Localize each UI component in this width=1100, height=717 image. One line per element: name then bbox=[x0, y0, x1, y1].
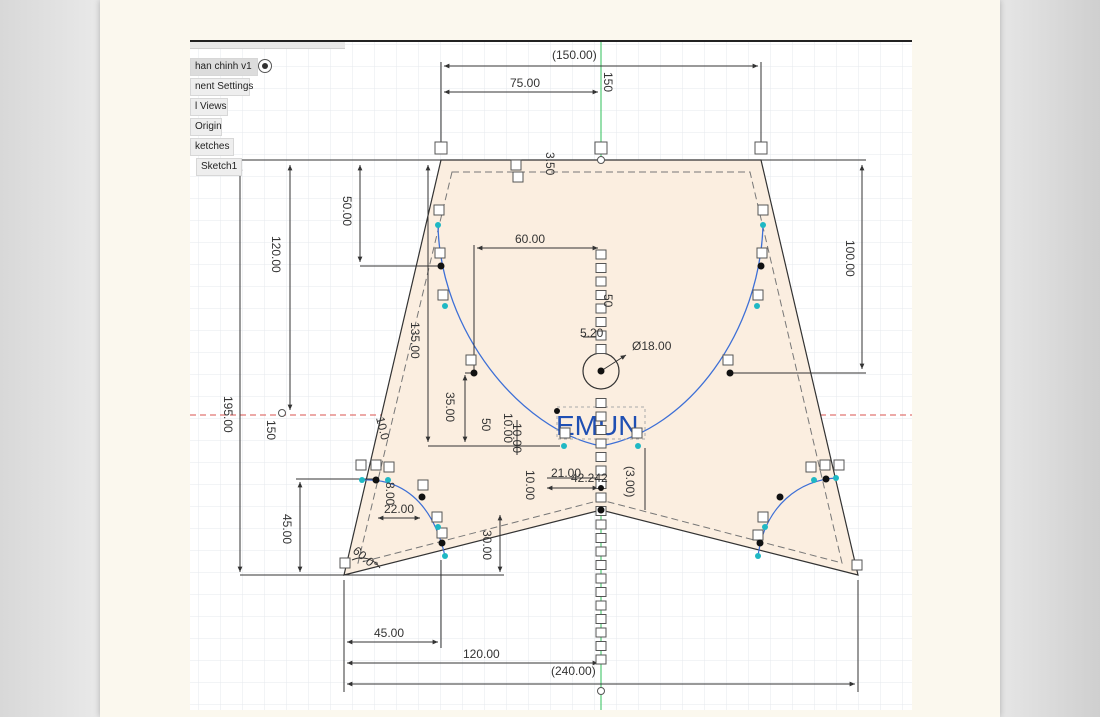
dim-ten-b[interactable]: 10.00 bbox=[510, 423, 524, 453]
axis-constraint-marker bbox=[595, 411, 607, 422]
axis-constraint-marker bbox=[595, 398, 607, 408]
axis-constraint-marker bbox=[595, 614, 607, 624]
tree-component-label: han chinh v1 bbox=[195, 61, 252, 72]
dim-center-150-left[interactable]: 150 bbox=[264, 420, 278, 440]
dim-left-45v[interactable]: 45.00 bbox=[280, 514, 294, 544]
tree-item-label: Sketch1 bbox=[201, 161, 238, 172]
axis-constraint-marker bbox=[595, 546, 607, 557]
axis-constraint-marker bbox=[595, 519, 607, 530]
axis-constraint-marker bbox=[595, 263, 607, 273]
tree-item-origin[interactable]: Origin bbox=[190, 118, 222, 136]
axis-constraint-marker bbox=[595, 600, 607, 611]
axis-constraint-marker bbox=[595, 573, 607, 584]
dim-left-35[interactable]: 35.00 bbox=[443, 392, 457, 422]
axis-constraint-marker bbox=[595, 492, 607, 503]
dim-total-height[interactable]: 195.00 bbox=[221, 396, 235, 433]
tree-component[interactable]: han chinh v1 bbox=[190, 58, 258, 76]
axis-constraint-marker bbox=[595, 438, 607, 449]
tree-item-sketch1[interactable]: Sketch1 bbox=[196, 158, 242, 176]
tree-item-sketches[interactable]: ketches bbox=[190, 138, 234, 156]
dim-center-50-top[interactable]: 50 bbox=[601, 294, 615, 308]
dim-bottom-total[interactable]: (240.00) bbox=[551, 664, 596, 678]
activate-radio-icon[interactable] bbox=[258, 59, 272, 73]
tree-item-views[interactable]: l Views bbox=[190, 98, 228, 116]
axis-constraint-marker bbox=[595, 249, 607, 260]
dim-center-top[interactable]: 150 bbox=[601, 72, 615, 92]
axis-constraint-marker bbox=[595, 641, 607, 651]
dim-small-242[interactable]: 42.242 bbox=[571, 471, 608, 485]
axis-constraint-marker bbox=[595, 533, 607, 543]
dim-top-width[interactable]: (150.00) bbox=[552, 48, 597, 62]
axis-constraint-marker bbox=[595, 654, 607, 665]
axis-constraint-marker bbox=[595, 627, 607, 638]
background-left bbox=[0, 0, 100, 717]
axis-constraint-chain bbox=[595, 249, 607, 665]
background-right bbox=[1000, 0, 1100, 717]
dim-circle-diameter[interactable]: Ø18.00 bbox=[632, 339, 672, 353]
sketch-canvas[interactable]: EMUN bbox=[190, 40, 912, 710]
dim-right-100[interactable]: 100.00 bbox=[843, 240, 857, 277]
dim-300[interactable]: (3.00) bbox=[623, 466, 637, 497]
dim-left-upper[interactable]: 50.00 bbox=[340, 196, 354, 226]
dim-left-120[interactable]: 120.00 bbox=[269, 236, 283, 273]
dim-bottom-45[interactable]: 45.00 bbox=[374, 626, 404, 640]
dim-ten-c[interactable]: 10.00 bbox=[523, 470, 537, 500]
dim-small-offset[interactable]: 3.50 bbox=[543, 152, 557, 176]
dim-curve-width[interactable]: 60.00 bbox=[515, 232, 545, 246]
dim-left-22[interactable]: 22.00 bbox=[384, 502, 414, 516]
dim-half-top[interactable]: 75.00 bbox=[510, 76, 540, 90]
tree-item-label: Origin bbox=[195, 121, 222, 132]
axis-constraint-marker bbox=[595, 276, 607, 287]
axis-constraint-marker bbox=[595, 560, 607, 570]
axis-constraint-marker bbox=[595, 344, 607, 354]
tree-item-label: l Views bbox=[195, 101, 227, 112]
axis-constraint-marker bbox=[595, 587, 607, 597]
axis-constraint-marker bbox=[595, 425, 607, 435]
sketch-viewport[interactable]: EMUN bbox=[190, 40, 912, 710]
dim-small-520[interactable]: 5.20 bbox=[580, 326, 604, 340]
tree-item-label: nent Settings bbox=[195, 81, 254, 92]
browser-toolbar bbox=[190, 42, 345, 49]
axis-constraint-marker bbox=[595, 452, 607, 462]
tree-item-label: ketches bbox=[195, 141, 230, 152]
dim-depth-135[interactable]: 135.00 bbox=[408, 322, 422, 359]
dim-center-50-mid[interactable]: 50 bbox=[479, 418, 493, 432]
tree-item-settings[interactable]: nent Settings bbox=[190, 78, 254, 96]
dim-bottom-120[interactable]: 120.00 bbox=[463, 647, 500, 661]
dim-small-30[interactable]: 30.00 bbox=[480, 530, 494, 560]
